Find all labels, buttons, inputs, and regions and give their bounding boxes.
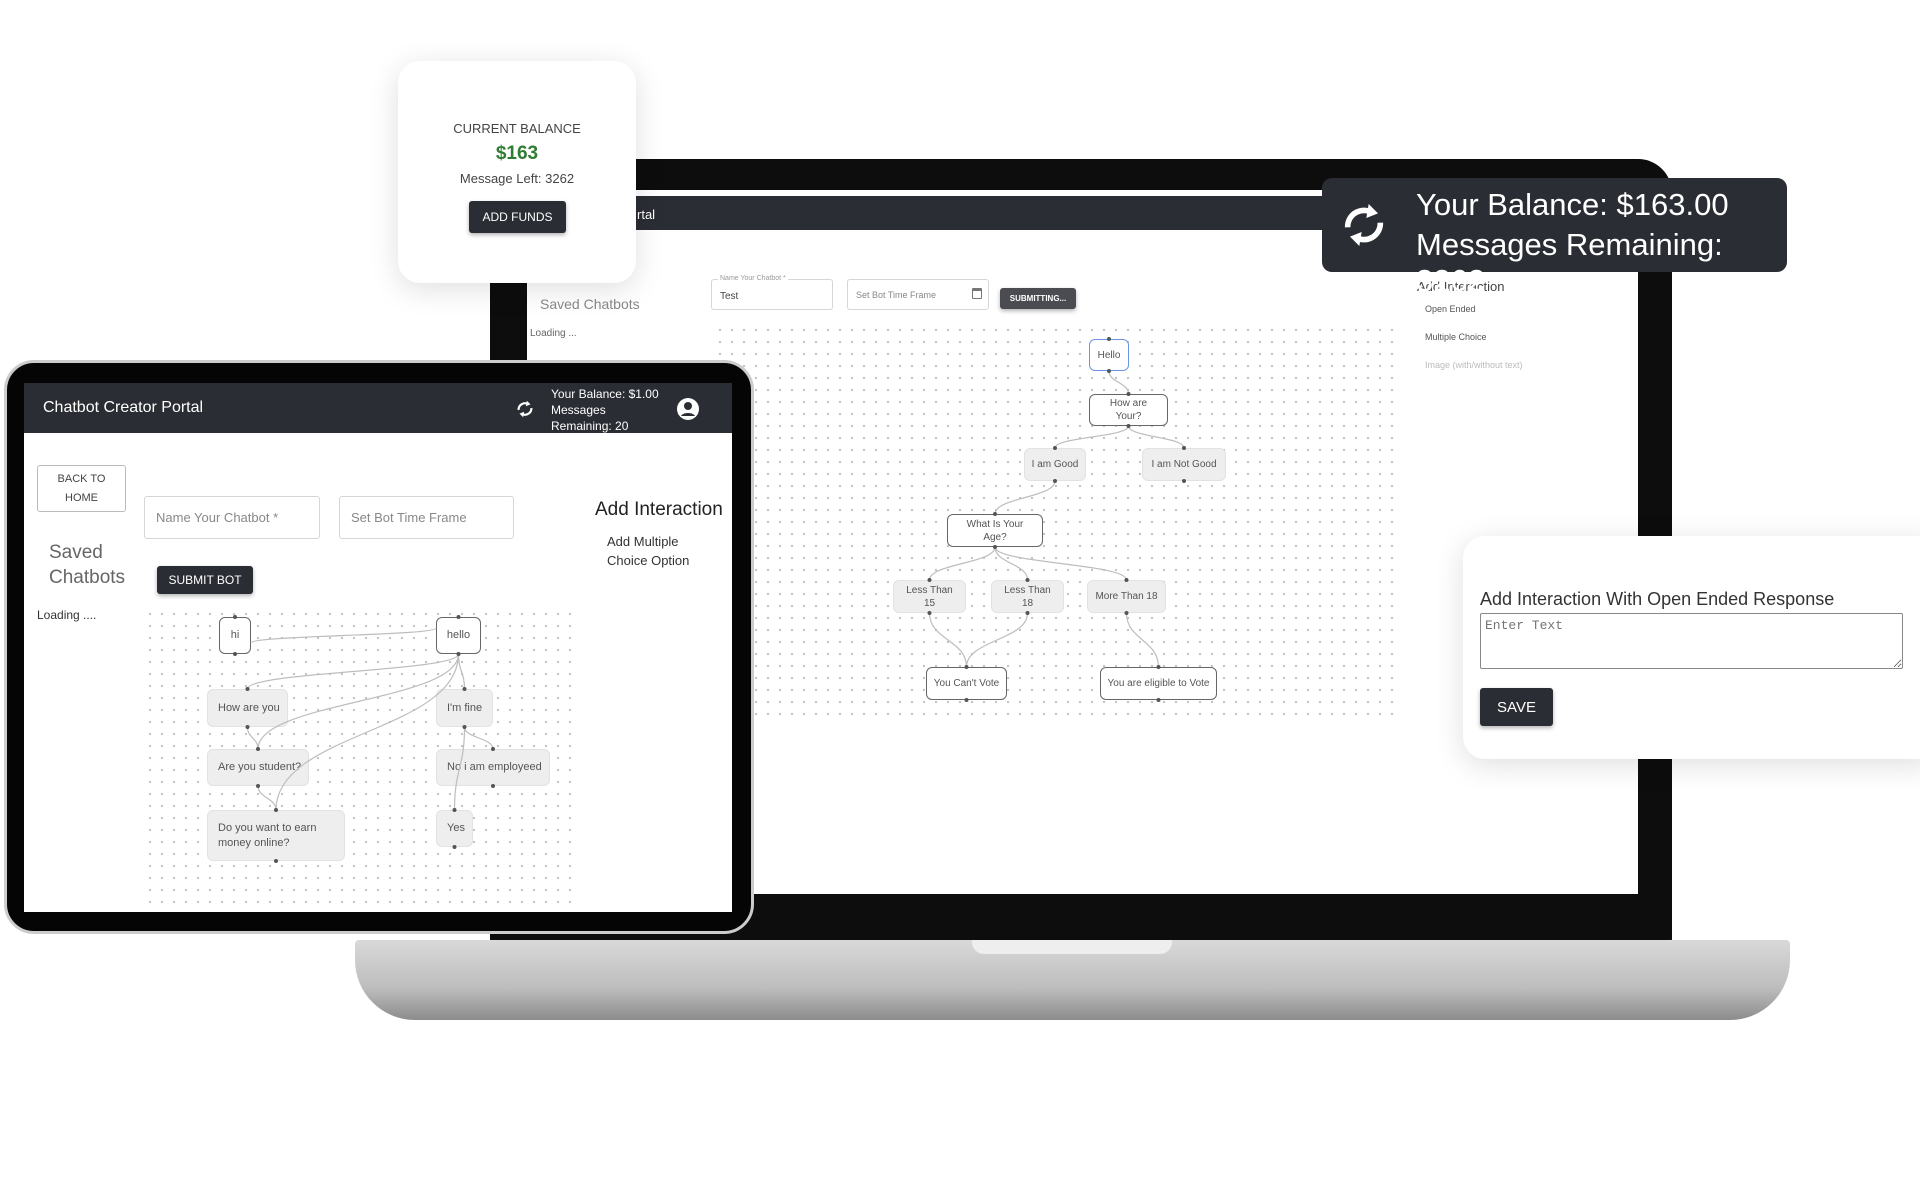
laptop-notch [972,940,1172,954]
flow-node-yes[interactable]: Yes [436,810,473,847]
flow-node-lt18[interactable]: Less Than 18 [991,580,1064,613]
flow-node-employed[interactable]: No i am employeed [436,749,550,786]
laptop-flow-edges [927,337,1186,702]
flow-node-age[interactable]: What Is Your Age? [947,514,1043,547]
saved-label-1: Saved [49,542,103,563]
tablet-messages: Messages [551,403,606,417]
calendar-icon[interactable] [972,288,982,299]
open-ended-card: Add Interaction With Open Ended Response… [1463,536,1920,759]
flow-node-notgood[interactable]: I am Not Good [1142,448,1226,481]
loading-text: Loading .... [37,608,97,622]
tablet-header-title: Chatbot Creator Portal [43,399,204,416]
account-avatar-icon[interactable] [676,397,700,421]
saved-chatbots-heading: Saved Chatbots [49,540,125,590]
flow-node-elig[interactable]: You are eligible to Vote [1100,667,1217,700]
flow-edge [994,546,1029,581]
flow-node-good[interactable]: I am Good [1024,448,1086,481]
flow-node-student[interactable]: Are you student? [207,749,309,786]
back-to-home-button[interactable]: BACK TO HOME [37,465,126,512]
saved-chatbots-heading: Saved Chatbots [540,296,640,312]
flow-edge [1054,425,1130,449]
tablet-screen: Chatbot Creator Portal Your Balance: $1.… [24,383,732,912]
laptop-header-title: rtal [637,207,656,222]
balance-card-title: CURRENT BALANCE [453,121,581,136]
bot-time-frame-placeholder: Set Bot Time Frame [856,290,937,300]
flow-node-lt15[interactable]: Less Than 15 [893,580,966,613]
laptop-flow-canvas[interactable]: Hello How are Your? I am Good I am Not Good… [714,324,1400,716]
flow-edge [994,546,1128,581]
chatbot-name-input[interactable]: Name Your Chatbot * [144,496,320,539]
flow-edge [994,480,1056,515]
flow-edge [928,612,968,668]
flow-edge [1127,425,1185,449]
flow-node-howru[interactable]: How are you [207,689,288,727]
tablet-remaining: Remaining: 20 [551,419,629,433]
interaction-image[interactable]: Image (with/without text) [1425,360,1523,370]
flow-node-mt18[interactable]: More Than 18 [1087,580,1166,613]
flow-edge [257,785,277,811]
flow-edge [463,726,494,750]
tablet-balance: Your Balance: $1.00 [551,387,659,401]
flow-node-fine[interactable]: I'm fine [436,689,493,727]
flow-node-hello[interactable]: hello [436,617,481,654]
back-label-2: HOME [65,492,98,504]
submitting-button[interactable]: SUBMITTING... [1000,288,1076,309]
bot-time-frame-input[interactable]: Set Bot Time Frame [339,496,514,539]
open-ended-text-input[interactable] [1480,613,1903,669]
chatbot-name-value: Test [720,291,739,302]
loading-text: Loading ... [530,328,577,339]
flow-node-hi[interactable]: hi [219,617,251,654]
flow-edge [1125,612,1160,668]
bot-time-frame-field[interactable]: Set Bot Time Frame [847,279,989,310]
add-multiple-label-1: Add Multiple [607,534,679,549]
flow-edge [257,653,460,750]
messages-left: Message Left: 3262 [459,171,575,186]
tablet-flow-canvas[interactable]: hi hello How are you I'm fine Are you studen… [144,608,578,909]
flow-node-earn[interactable]: Do you want to earn money online? [207,810,345,861]
flow-edge [246,653,460,690]
open-ended-title: Add Interaction With Open Ended Response [1480,589,1835,609]
refresh-icon[interactable] [1336,196,1392,254]
flow-node-hello[interactable]: Hello [1089,339,1129,371]
flow-edge [1108,370,1130,395]
refresh-icon[interactable] [514,397,536,421]
add-funds-button[interactable]: ADD FUNDS [469,201,566,233]
tablet-header: Chatbot Creator Portal Your Balance: $1.… [24,383,732,433]
flow-node-how[interactable]: How are Your? [1089,394,1168,426]
save-button[interactable]: SAVE [1480,688,1553,726]
flow-edge [928,546,996,581]
balance-card: CURRENT BALANCE $163 Message Left: 3262 … [398,61,636,283]
toast-messages: Messages Remaining: 3262 [1416,227,1723,298]
chatbot-name-field[interactable]: Name Your Chatbot * Test [711,275,833,310]
add-multiple-label-2: Choice Option [607,553,690,568]
saved-label-2: Chatbots [49,567,126,588]
flow-edge [250,627,437,644]
flow-edge [246,726,259,750]
flow-edge [965,612,1029,668]
flow-edge [457,653,466,690]
toast-balance: Your Balance: $163.00 [1416,187,1729,222]
chatbot-name-label: Name Your Chatbot * [718,275,788,282]
flow-node-cant[interactable]: You Can't Vote [926,667,1007,700]
balance-amount: $163 [495,143,539,164]
interaction-open-ended[interactable]: Open Ended [1425,304,1476,314]
submit-bot-button[interactable]: SUBMIT BOT [157,566,253,594]
add-multiple-choice-option[interactable]: Add Multiple Choice Option [607,532,689,570]
back-label-1: BACK TO [57,473,106,485]
balance-toast: Your Balance: $163.00 Messages Remaining… [1322,178,1787,298]
flow-edge [275,653,460,811]
tablet-balance-info: Your Balance: $1.00 Messages Remaining: … [551,386,659,434]
add-interaction-heading: Add Interaction [595,499,723,520]
interaction-multiple-choice[interactable]: Multiple Choice [1425,332,1487,342]
